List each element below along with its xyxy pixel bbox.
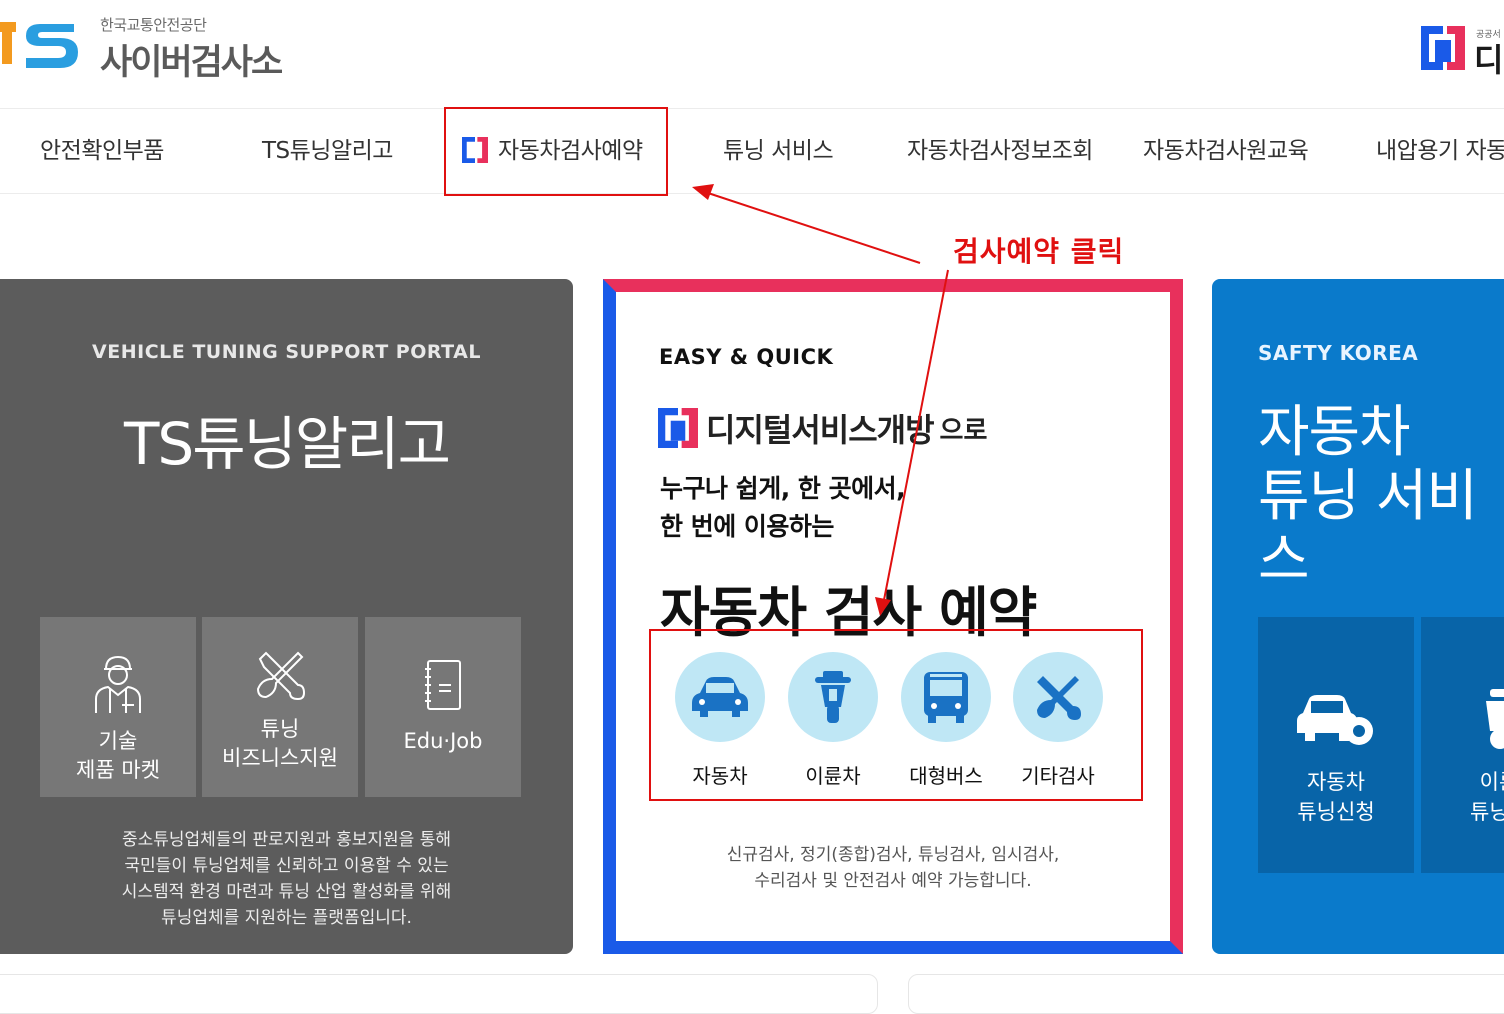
nav-item-ts-tuning[interactable]: TS튜닝알리고 — [262, 109, 393, 193]
digital-service-logo-icon[interactable] — [1421, 26, 1465, 70]
tile-edu-job[interactable]: Edu·Job — [365, 617, 521, 797]
bottom-card-right — [908, 974, 1504, 1014]
nav-item-inspection-info[interactable]: 자동차검사정보조회 — [907, 109, 1093, 193]
tuning-card-description: 중소튜닝업체들의 판로지원과 홍보지원을 통해 국민들이 튜닝업체를 신뢰하고 … — [121, 830, 452, 928]
nav-item-inspector-training[interactable]: 자동차검사원교육 — [1143, 109, 1309, 193]
digital-service-line: 디지털서비스개방 으로 — [658, 405, 987, 451]
tile-tech-market[interactable]: 기술 제품 마켓 — [40, 617, 196, 797]
booking-lead-text: 누구나 쉽게, 한 곳에서, 한 번에 이용하는 — [660, 474, 906, 541]
tuning-card-title: TS튜닝알리고 — [123, 410, 451, 478]
digital-service-text: 디지털서비스개방 — [706, 411, 935, 449]
tuning-card-subtitle: VEHICLE TUNING SUPPORT PORTAL — [92, 341, 481, 363]
service-card-title: 자동차 튜닝 서비스 — [1258, 400, 1478, 593]
tile-tuning-business[interactable]: 튜닝 비즈니스지원 — [202, 617, 358, 797]
tile-label: 자동차 튜닝신청 — [1297, 770, 1375, 824]
tuning-service-card[interactable]: SAFTY KOREA 자동차 튜닝 서비스 자동차 튜닝신청 이륜 튜닝신 — [1212, 279, 1504, 954]
digital-service-title: 디지 — [1474, 41, 1504, 79]
nav-item-tuning-service[interactable]: 튜닝 서비스 — [723, 109, 834, 193]
tile-label: 튜닝 비즈니스지원 — [222, 717, 338, 770]
scooter-icon — [1486, 689, 1504, 749]
nav-item-pressure-vessel[interactable]: 내압용기 자동 — [1376, 109, 1504, 193]
tile-motorcycle-tuning-apply[interactable]: 이륜 튜닝신 — [1421, 617, 1504, 873]
nav-item-safety-parts[interactable]: 안전확인부품 — [40, 109, 164, 193]
car-gear-icon — [1297, 695, 1373, 745]
nav-highlight-box — [444, 107, 668, 196]
booking-description: 신규검사, 정기(종합)검사, 튜닝검사, 임시검사, 수리검사 및 안전검사 … — [726, 845, 1060, 891]
booking-tag: EASY & QUICK — [659, 345, 834, 369]
tile-label: 이륜 튜닝신 — [1470, 770, 1504, 824]
site-name[interactable]: 사이버검사소 — [100, 34, 283, 85]
vehicle-highlight-box — [649, 629, 1143, 801]
site-header: 한국교통안전공단 사이버검사소 공공서 디지 — [0, 0, 1504, 109]
bottom-card-left — [0, 974, 878, 1014]
notebook-icon — [425, 660, 461, 710]
digital-service-suffix: 으로 — [939, 415, 988, 446]
annotation-label: 검사예약 클릭 — [953, 235, 1125, 268]
ts-tuning-card[interactable]: VEHICLE TUNING SUPPORT PORTAL TS튜닝알리고 기술… — [0, 279, 573, 954]
tools-icon — [256, 651, 306, 701]
tile-label: 기술 제품 마켓 — [76, 729, 160, 782]
tile-label: Edu·Job — [403, 729, 483, 753]
tile-car-tuning-apply[interactable]: 자동차 튜닝신청 — [1258, 617, 1414, 873]
service-card-subtitle: SAFTY KOREA — [1258, 341, 1419, 365]
mechanic-icon — [95, 655, 141, 713]
main-nav: 안전확인부품 TS튜닝알리고 자동차검사예약 튜닝 서비스 자동차검사정보조회 … — [0, 109, 1504, 194]
org-name: 한국교통안전공단 — [100, 16, 207, 34]
ts-logo-icon[interactable] — [0, 12, 84, 74]
digital-service-icon — [658, 408, 698, 448]
inspection-booking-card[interactable]: EASY & QUICK 디지털서비스개방 으로 누구나 쉽게, 한 곳에서, 한… — [603, 279, 1183, 954]
